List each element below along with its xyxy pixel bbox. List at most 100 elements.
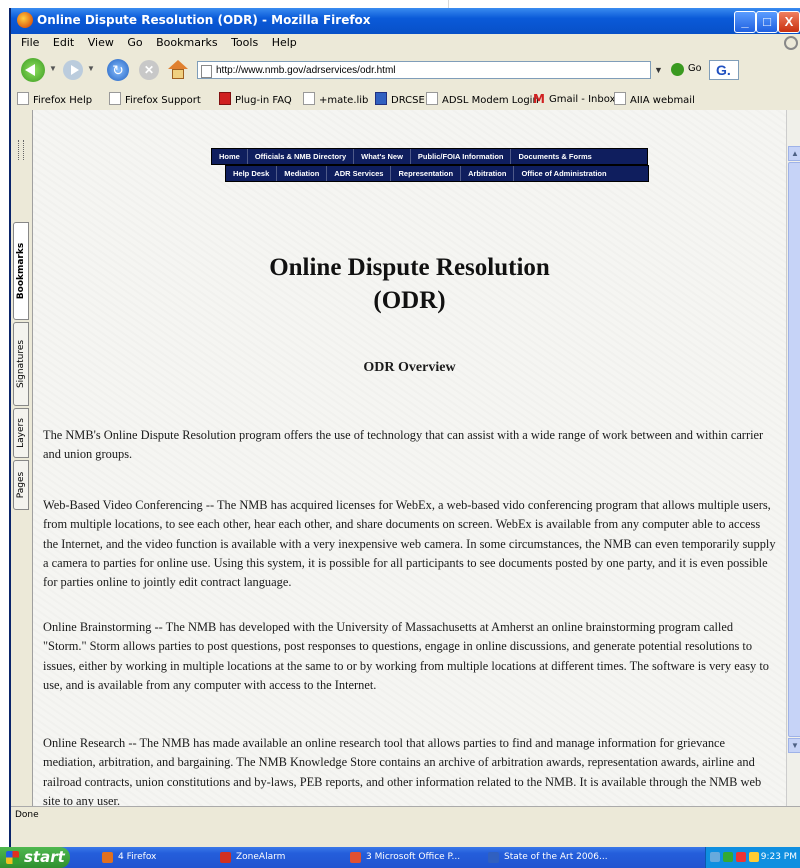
site-nav-whats-new[interactable]: What's New xyxy=(354,149,411,164)
tray-icon[interactable] xyxy=(749,852,759,862)
site-nav-office-admin[interactable]: Office of Administration xyxy=(514,166,613,181)
bookmark-gmail[interactable]: M Gmail - Inbox xyxy=(533,92,615,106)
office-icon xyxy=(350,852,361,863)
task-label: State of the Art 2006... xyxy=(504,852,608,862)
document-icon xyxy=(488,852,499,863)
page-title-line-1: Online Dispute Resolution xyxy=(269,254,550,281)
menu-edit[interactable]: Edit xyxy=(53,34,74,52)
page-icon xyxy=(426,92,438,105)
menu-bookmarks[interactable]: Bookmarks xyxy=(156,34,217,52)
go-button[interactable]: Go xyxy=(688,63,701,74)
maximize-button[interactable]: □ xyxy=(756,11,778,33)
tab-signatures[interactable]: Signatures xyxy=(13,322,29,406)
url-dropdown-icon[interactable]: ▼ xyxy=(654,65,663,75)
page-icon xyxy=(303,92,315,105)
firefox-icon xyxy=(17,12,33,28)
bookmark-label: Gmail - Inbox xyxy=(548,94,616,105)
security-icon[interactable] xyxy=(723,852,733,862)
scroll-down-icon[interactable]: ▼ xyxy=(788,738,800,753)
bookmark-label: +mate.lib xyxy=(319,95,369,106)
tab-label: Pages xyxy=(16,471,26,499)
bookmark-plugin-faq[interactable]: Plug-in FAQ xyxy=(219,92,292,106)
clock: 9:23 PM xyxy=(760,852,797,862)
menu-help[interactable]: Help xyxy=(272,34,297,52)
tab-bookmarks[interactable]: Bookmarks xyxy=(13,222,29,320)
back-dropdown-icon[interactable]: ▼ xyxy=(49,64,57,73)
site-nav-public-foia[interactable]: Public/FOIA Information xyxy=(411,149,512,164)
page-title: Online Dispute Resolution (ODR) xyxy=(33,251,786,317)
home-button[interactable] xyxy=(168,60,188,80)
task-firefox[interactable]: 4 Firefox xyxy=(100,849,192,866)
taskbar: start 4 Firefox ZoneAlarm 3 Microsoft Of… xyxy=(0,847,800,868)
menu-tools[interactable]: Tools xyxy=(231,34,258,52)
bookmark-drcse[interactable]: DRCSE xyxy=(375,92,425,106)
bookmark-label: Firefox Support xyxy=(125,95,201,106)
site-nav-arbitration[interactable]: Arbitration xyxy=(461,166,515,181)
forward-dropdown-icon[interactable]: ▼ xyxy=(87,64,95,73)
site-nav-row-1: Home Officials & NMB Directory What's New P… xyxy=(211,148,648,165)
bookmark-aiia-webmail[interactable]: AIIA webmail xyxy=(614,92,695,106)
back-button[interactable] xyxy=(21,58,45,82)
task-label: ZoneAlarm xyxy=(236,852,286,862)
tab-layers[interactable]: Layers xyxy=(13,408,29,458)
bookmark-firefox-help[interactable]: Firefox Help xyxy=(17,92,92,106)
intro-paragraph: The NMB's Online Dispute Resolution prog… xyxy=(43,428,764,462)
minimize-button[interactable]: _ xyxy=(734,11,756,33)
network-icon[interactable] xyxy=(710,852,720,862)
task-label: 4 Firefox xyxy=(118,852,157,862)
brainstorming-paragraph: Online Brainstorming -- The NMB has deve… xyxy=(43,620,769,692)
title-bar: Online Dispute Resolution (ODR) - Mozill… xyxy=(11,8,800,34)
window-title: Online Dispute Resolution (ODR) - Mozill… xyxy=(37,13,371,27)
stop-button[interactable]: ✕ xyxy=(139,60,159,80)
site-nav-documents[interactable]: Documents & Forms xyxy=(511,149,598,164)
google-search-box[interactable]: G. xyxy=(709,60,739,80)
site-nav-row-2: Help Desk Mediation ADR Services Representa… xyxy=(225,165,649,182)
bookmark-firefox-support[interactable]: Firefox Support xyxy=(109,92,201,106)
page-content: Home Officials & NMB Directory What's New P… xyxy=(33,110,786,806)
bookmark-mate-lib[interactable]: +mate.lib xyxy=(303,92,368,106)
go-icon[interactable] xyxy=(671,63,684,76)
site-nav-adr-services[interactable]: ADR Services xyxy=(327,166,392,181)
bookmark-label: DRCSE xyxy=(391,95,425,106)
browser-window: Online Dispute Resolution (ODR) - Mozill… xyxy=(9,8,800,847)
site-nav-home[interactable]: Home xyxy=(212,149,248,164)
site-nav-mediation[interactable]: Mediation xyxy=(277,166,328,181)
divider xyxy=(448,0,449,8)
toolbar-grip[interactable] xyxy=(18,140,24,160)
site-nav-representation[interactable]: Representation xyxy=(391,166,462,181)
gmail-icon: M xyxy=(533,92,545,106)
zonealarm-icon xyxy=(220,852,231,863)
bookmark-adsl-modem[interactable]: ADSL Modem Login xyxy=(426,92,539,106)
url-bar[interactable]: http://www.nmb.gov/adrservices/odr.html xyxy=(197,61,651,79)
menu-file[interactable]: File xyxy=(21,34,39,52)
vertical-scrollbar[interactable]: ▲ ▼ xyxy=(786,110,800,806)
bookmarks-toolbar: Firefox Help Firefox Support Plug-in FAQ… xyxy=(11,88,800,110)
bookmark-label: Firefox Help xyxy=(33,95,93,106)
page-icon xyxy=(17,92,29,105)
menu-bar: File Edit View Go Bookmarks Tools Help xyxy=(11,34,800,52)
throbber-icon xyxy=(784,36,798,50)
task-zonealarm[interactable]: ZoneAlarm xyxy=(218,849,328,866)
research-paragraph: Online Research -- The NMB has made avai… xyxy=(43,736,762,806)
task-state-of-art[interactable]: State of the Art 2006... xyxy=(486,849,608,866)
tab-pages[interactable]: Pages xyxy=(13,460,29,510)
close-button[interactable]: X xyxy=(778,11,800,33)
menu-go[interactable]: Go xyxy=(127,34,142,52)
status-text: Done xyxy=(15,810,39,820)
forward-button[interactable] xyxy=(63,60,83,80)
start-button[interactable]: start xyxy=(0,847,70,868)
site-icon xyxy=(375,92,387,105)
sidebar-panel: Bookmarks Signatures Layers Pages xyxy=(11,110,33,806)
zonealarm-tray-icon[interactable] xyxy=(736,852,746,862)
menu-view[interactable]: View xyxy=(88,34,114,52)
scroll-up-icon[interactable]: ▲ xyxy=(788,146,800,161)
page-subtitle: ODR Overview xyxy=(363,360,456,375)
scroll-thumb[interactable] xyxy=(788,162,800,737)
tab-label: Layers xyxy=(16,418,26,448)
reload-button[interactable]: ↻ xyxy=(107,59,129,81)
site-nav-help-desk[interactable]: Help Desk xyxy=(226,166,278,181)
bookmark-label: AIIA webmail xyxy=(630,95,695,106)
site-nav-officials[interactable]: Officials & NMB Directory xyxy=(248,149,355,164)
task-office[interactable]: 3 Microsoft Office P... xyxy=(348,849,470,866)
status-bar: Done xyxy=(11,806,800,825)
